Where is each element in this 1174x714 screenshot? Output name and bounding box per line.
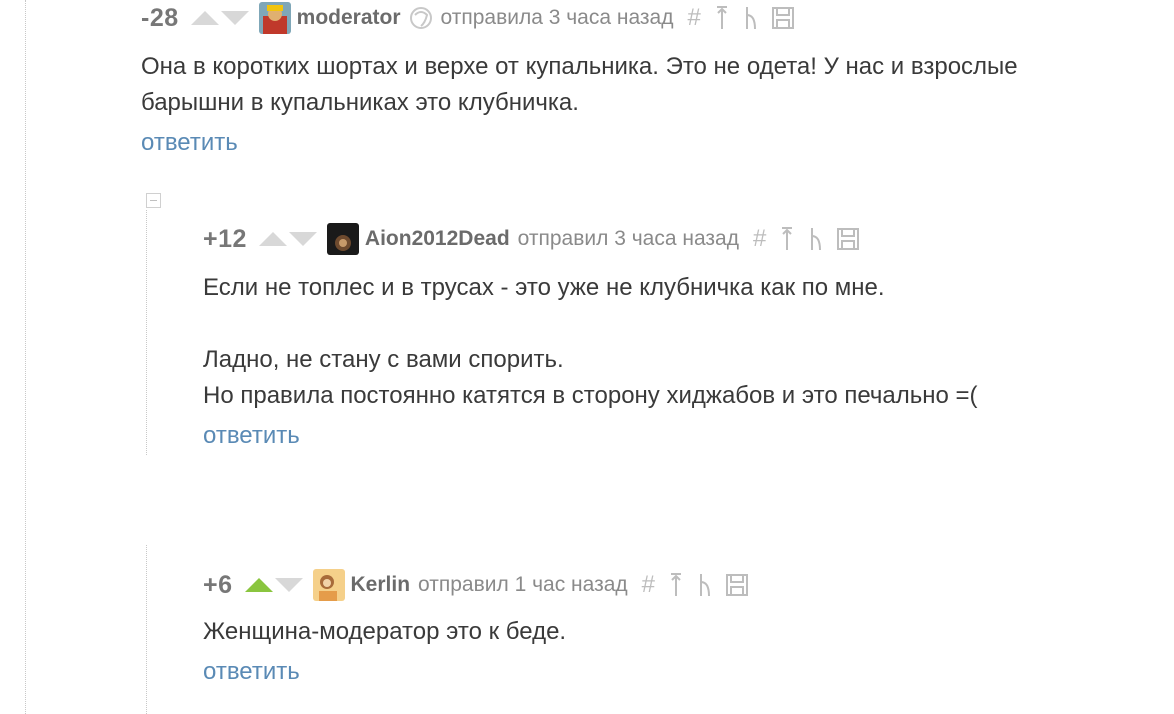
thread-line — [25, 0, 26, 714]
upvote-button[interactable] — [244, 578, 273, 592]
username[interactable]: moderator — [297, 6, 401, 30]
comment-header: +12 Aion2012Dead отправил 3 часа назад # — [203, 223, 1163, 255]
collapse-thread-button[interactable] — [146, 193, 161, 208]
comment: -28 moderator отправила 3 часа назад # О… — [141, 2, 1141, 157]
avatar[interactable] — [326, 223, 359, 255]
comment-timestamp: отправила 3 часа назад — [440, 6, 674, 29]
downvote-button[interactable] — [220, 11, 249, 25]
branch-icon[interactable] — [697, 572, 711, 598]
link-icon[interactable]: # — [687, 4, 700, 32]
reply-link[interactable]: ответить — [141, 129, 238, 157]
save-icon[interactable] — [836, 227, 860, 251]
comment-rating: +12 — [203, 224, 247, 253]
save-icon[interactable] — [725, 573, 749, 597]
comment-rating: -28 — [141, 3, 179, 32]
link-icon[interactable]: # — [642, 571, 655, 599]
comment-rating: +6 — [203, 570, 233, 599]
downvote-button[interactable] — [288, 232, 317, 246]
upvote-button[interactable] — [258, 232, 287, 246]
username[interactable]: Kerlin — [351, 573, 411, 597]
comment-text-line: Женщина-модератор это к беде. — [203, 618, 567, 645]
parent-arrow-icon[interactable] — [715, 5, 729, 31]
comments-page: -28 moderator отправила 3 часа назад # О… — [0, 0, 1174, 714]
branch-icon[interactable] — [743, 5, 757, 31]
comment-text-line — [203, 306, 1163, 342]
downvote-button[interactable] — [274, 578, 303, 592]
comment-text-line: Но правила постоянно катятся в сторону х… — [203, 382, 978, 409]
comment-text-line: Если не топлес и в трусах - это уже не к… — [203, 274, 885, 301]
save-icon[interactable] — [771, 6, 795, 30]
parent-arrow-icon[interactable] — [669, 572, 683, 598]
parent-arrow-icon[interactable] — [780, 226, 794, 252]
comment-text-line: Она в коротких шортах и верхе от купальн… — [141, 53, 1018, 80]
link-icon[interactable]: # — [753, 225, 766, 253]
comment: +12 Aion2012Dead отправил 3 часа назад # — [203, 223, 1163, 450]
reply-link[interactable]: ответить — [203, 422, 300, 450]
female-icon — [409, 6, 433, 30]
comment-timestamp: отправил 3 часа назад — [517, 227, 739, 250]
username[interactable]: Aion2012Dead — [365, 227, 510, 251]
comment-text-line: Ладно, не стану с вами спорить. — [203, 346, 564, 373]
thread-line — [146, 545, 147, 714]
branch-icon[interactable] — [808, 226, 822, 252]
upvote-button[interactable] — [190, 11, 219, 25]
avatar[interactable] — [312, 569, 345, 601]
comment-header: +6 Kerlin отправил 1 час назад # — [203, 569, 1163, 601]
reply-link[interactable]: ответить — [203, 658, 300, 686]
comment-timestamp: отправил 1 час назад — [418, 573, 628, 596]
avatar[interactable] — [258, 2, 291, 34]
comment-text-line: барышни в купальниках это клубничка. — [141, 89, 579, 116]
comment-header: -28 moderator отправила 3 часа назад # — [141, 2, 1141, 34]
thread-line — [146, 210, 147, 455]
comment: +6 Kerlin отправил 1 час назад # Женщина… — [203, 569, 1163, 686]
